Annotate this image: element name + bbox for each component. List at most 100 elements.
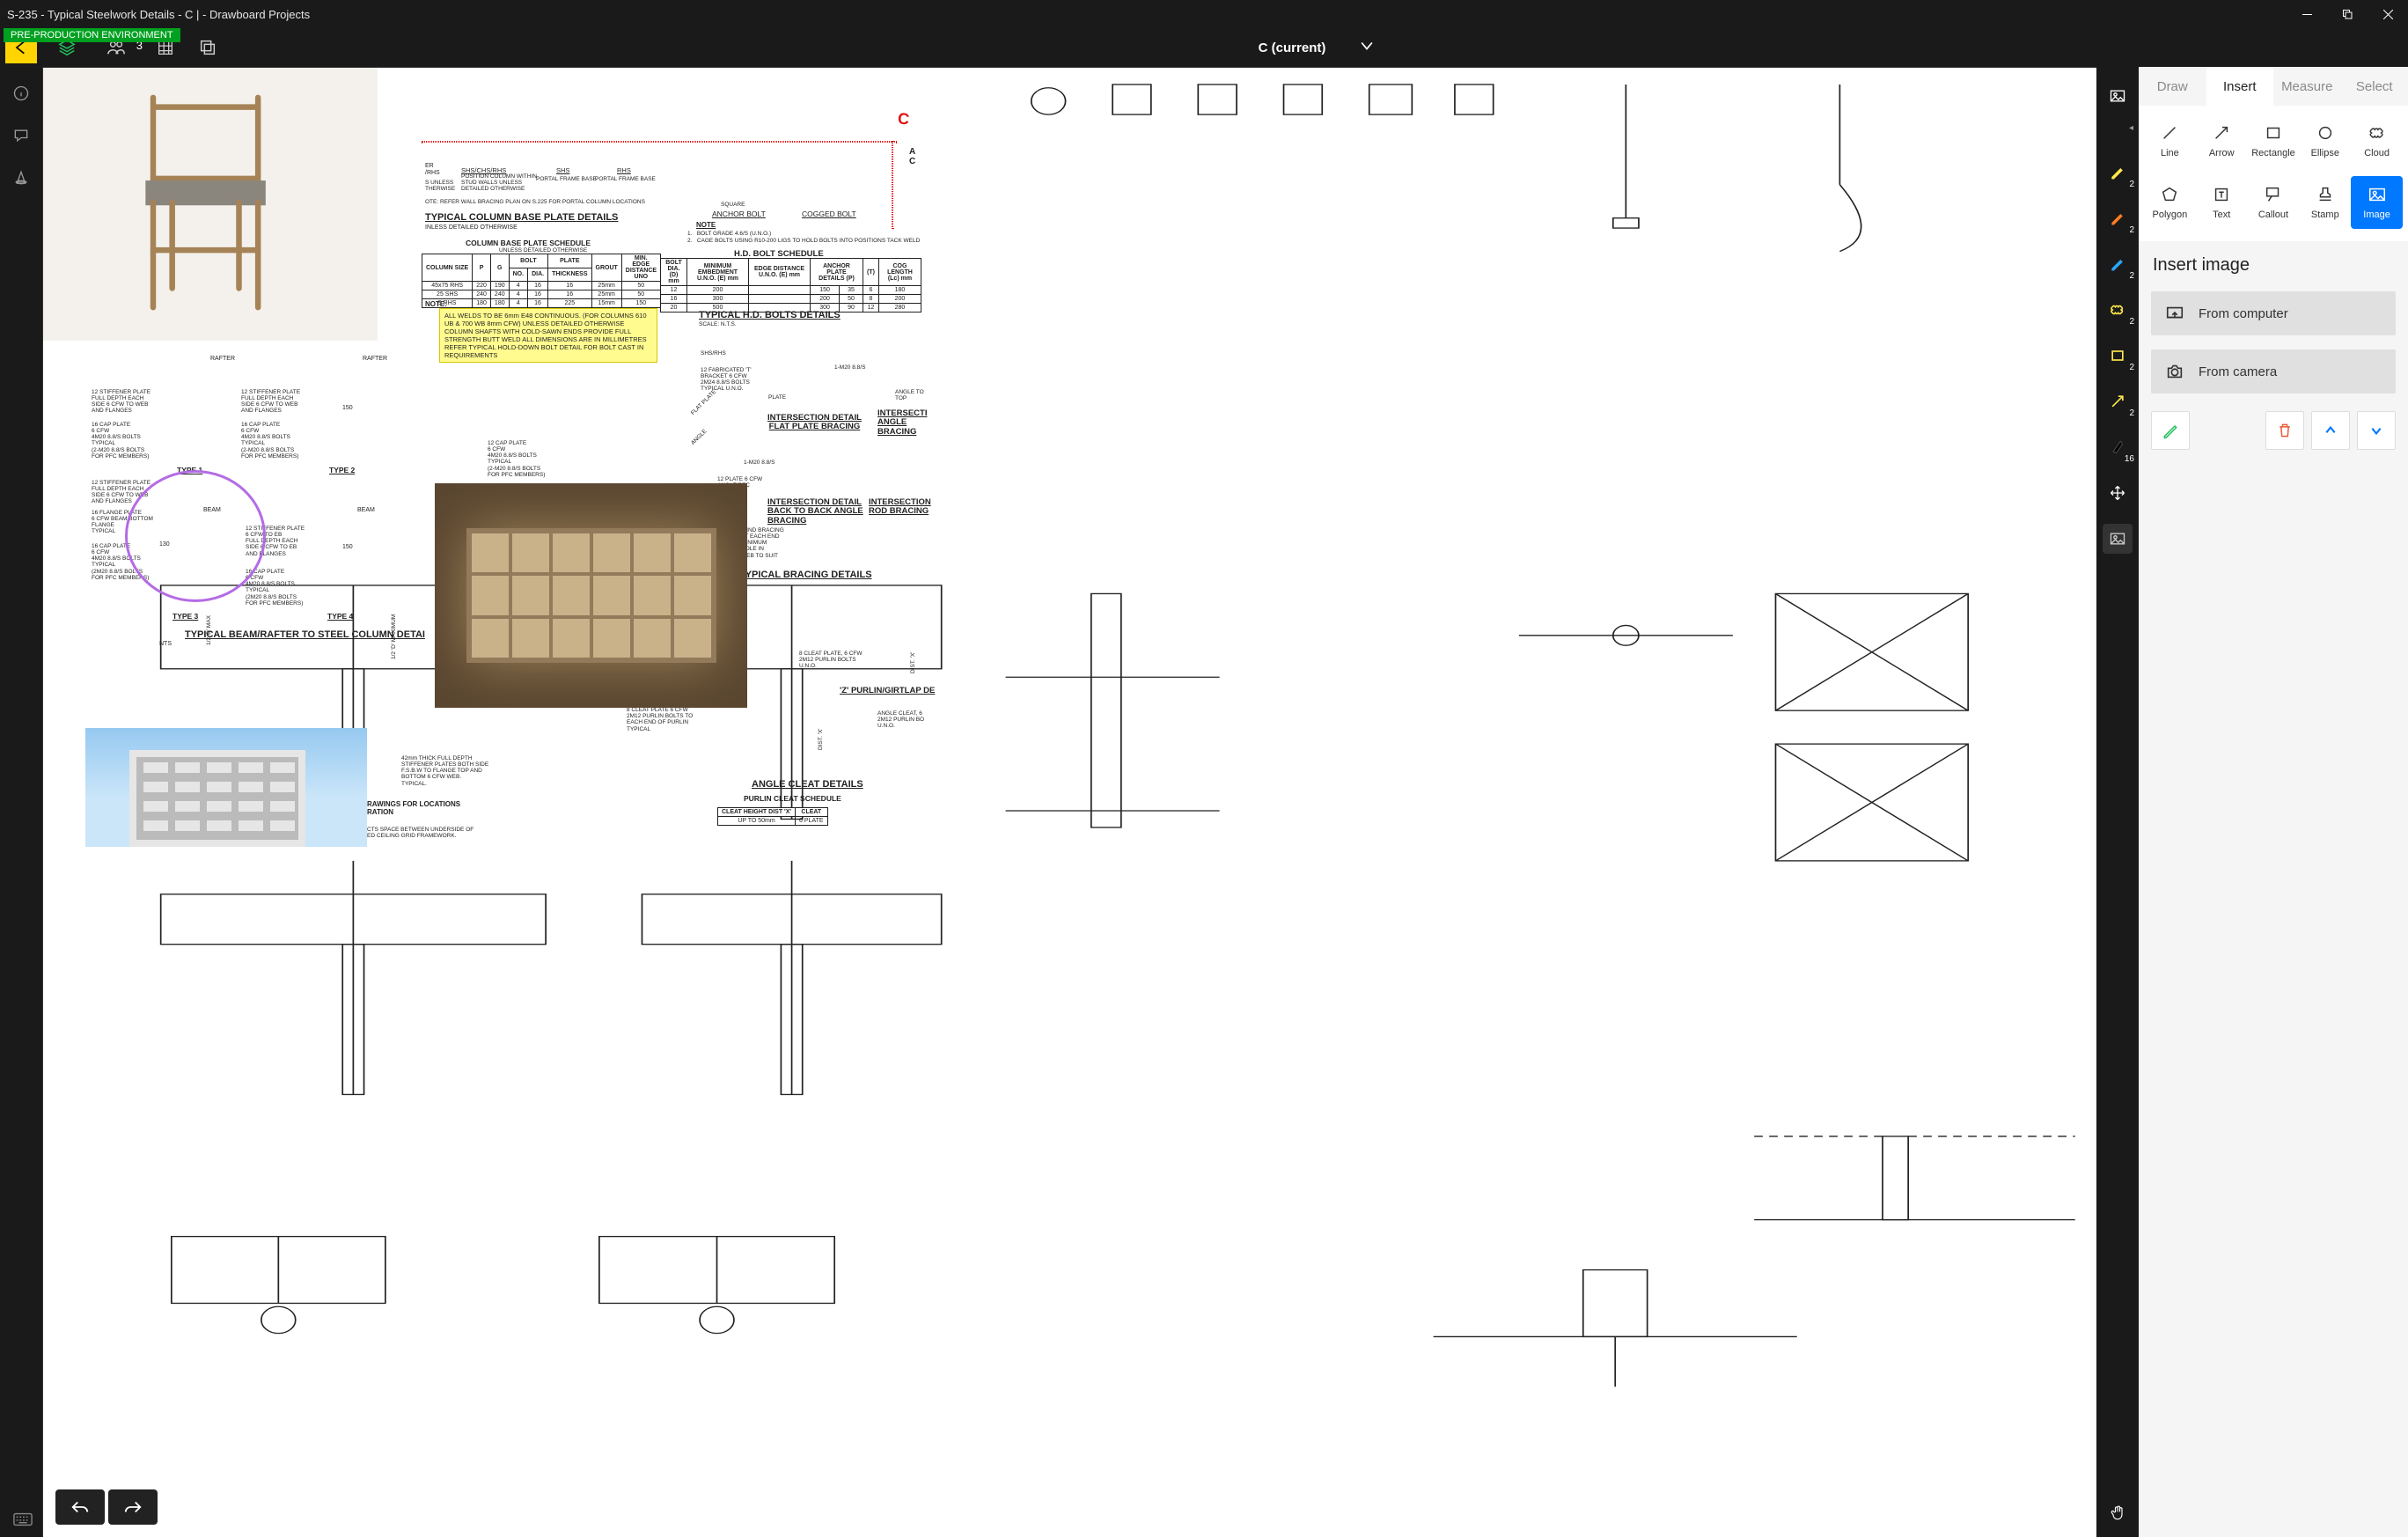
pen-color-button[interactable] — [2151, 411, 2190, 450]
keyboard-icon[interactable] — [9, 1507, 37, 1532]
boltnote2: 2. CAGE BOLTS USING R10-200 LIGS TO HOLD… — [687, 238, 920, 244]
anchor: ANCHOR BOLT — [712, 210, 766, 218]
thick42: 42mm THICK FULL DEPTH STIFFENER PLATES B… — [401, 755, 488, 787]
inless: INLESS DETAILED OTHERWISE — [425, 224, 518, 232]
image-tool-active[interactable] — [2103, 524, 2133, 554]
cone-icon[interactable] — [9, 165, 33, 190]
window-controls — [2287, 0, 2408, 28]
cap16b: 16 CAP PLATE 6 CFW 4M20 8.8/S BOLTS TYPI… — [241, 422, 298, 460]
tool-callout[interactable]: Callout — [2248, 176, 2300, 229]
undo-redo-toolbar — [55, 1489, 158, 1525]
revision-dropdown[interactable]: C (current) — [1259, 40, 1374, 55]
right-panel: Draw Insert Measure Select Line Arrow Re… — [2139, 67, 2408, 1537]
prev-button[interactable] — [2311, 411, 2350, 450]
beam-rafter: TYPICAL BEAM/RAFTER TO STEEL COLUMN DETA… — [185, 629, 425, 640]
cogged: COGGED BOLT — [802, 210, 856, 218]
distx1: DIST. 'X' — [818, 728, 824, 750]
angle-cleat: ANGLE CLEAT DETAILS — [752, 779, 863, 790]
type4: TYPE 4 — [327, 613, 353, 621]
intersect-back: INTERSECTION DETAIL BACK TO BACK ANGLE B… — [767, 498, 863, 526]
cloud-tool-yellow[interactable]: 2 — [2103, 295, 2133, 325]
undo-button[interactable] — [55, 1489, 105, 1525]
square: SQUARE — [721, 202, 745, 208]
panel-tabs: Draw Insert Measure Select — [2139, 67, 2408, 106]
chevron-down-icon — [1361, 40, 1373, 55]
highlighter-orange[interactable]: 2 — [2103, 203, 2133, 233]
er-rhs: ER /RHS — [425, 163, 440, 176]
m20b: 1-M20 8.8/S — [744, 460, 775, 466]
base-plate-table: COLUMN SIZE P G BOLT PLATE GROUT MIN. ED… — [422, 254, 661, 308]
tab-select[interactable]: Select — [2341, 67, 2408, 106]
tool-cloud[interactable]: Cloud — [2351, 114, 2403, 167]
windnote: WIND BRACING ET EACH END MINIMUM HOLE IN… — [741, 527, 784, 559]
tool-stamp[interactable]: Stamp — [2299, 176, 2351, 229]
next-button[interactable] — [2357, 411, 2396, 450]
angle-to: ANGLE TO TOP — [895, 389, 924, 401]
tool-polygon[interactable]: Polygon — [2144, 176, 2196, 229]
delete-button[interactable] — [2265, 411, 2304, 450]
tool-rectangle[interactable]: Rectangle — [2248, 114, 2300, 167]
scale-nts: SCALE: N.T.S. — [699, 321, 737, 327]
distx2: DIST. 'X' — [910, 651, 916, 673]
maximize-button[interactable] — [2327, 0, 2368, 28]
copy-icon[interactable] — [192, 32, 224, 63]
s-unless: S UNLESS THERWISE — [425, 180, 455, 192]
titlebar: S-235 - Typical Steelwork Details - C | … — [0, 0, 2408, 28]
minimize-button[interactable] — [2287, 0, 2327, 28]
image-tool-icon[interactable] — [2103, 81, 2133, 111]
rawings: RAWINGS FOR LOCATIONS RATION — [367, 801, 460, 817]
header-col-base: TYPICAL COLUMN BASE PLATE DETAILS — [425, 212, 618, 223]
insert-tool-grid: Line Arrow Rectangle Ellipse Cloud Polyg… — [2139, 106, 2408, 241]
red-annotation: C — [897, 109, 910, 129]
boltnote1: 1. BOLT GRADE 4.6/S (U.N.O.) — [687, 231, 771, 237]
type3: TYPE 3 — [173, 613, 198, 621]
top-toolbar: 3 C (current) — [0, 28, 2408, 67]
tab-draw[interactable]: Draw — [2139, 67, 2206, 106]
tool-ellipse[interactable]: Ellipse — [2299, 114, 2351, 167]
close-button[interactable] — [2368, 0, 2408, 28]
comment-icon[interactable] — [9, 123, 33, 148]
type2: TYPE 2 — [329, 467, 355, 474]
tab-measure[interactable]: Measure — [2273, 67, 2341, 106]
beam2: BEAM — [357, 507, 375, 514]
note-hdr: NOTE — [696, 222, 716, 230]
redo-button[interactable] — [108, 1489, 158, 1525]
ink-tool[interactable]: 16 — [2103, 432, 2133, 462]
from-camera-button[interactable]: From camera — [2151, 349, 2396, 393]
purple-circle-markup[interactable] — [125, 470, 266, 602]
right-tool-rail: ◂ 2 2 2 2 2 2 16 — [2096, 67, 2139, 1537]
d150a: 150 — [342, 405, 353, 412]
typ-bracing: TYPICAL BRACING DETAILS — [739, 570, 872, 580]
cap16a: 16 CAP PLATE 6 CFW 4M20 8.8/S BOLTS TYPI… — [92, 422, 149, 460]
revision-label: C (current) — [1259, 40, 1326, 55]
plate-sched-hdr: COLUMN BASE PLATE SCHEDULE — [466, 239, 591, 247]
drawing-canvas[interactable]: TYPICAL COLUMN BASE PLATE DETAILS INLESS… — [42, 67, 2096, 1537]
tool-image[interactable]: Image — [2351, 176, 2403, 229]
expand-icon[interactable]: ◂ — [2129, 123, 2139, 133]
cap16d: 16 CAP PLATE 6 CFW 4M20 8.8/S BOLTS TYPI… — [246, 569, 303, 607]
tool-line[interactable]: Line — [2144, 114, 2196, 167]
touch-hand-icon[interactable] — [2103, 1498, 2133, 1528]
inserted-image-room[interactable] — [435, 483, 747, 708]
pfb2: PORTAL FRAME BASE — [595, 176, 656, 182]
rectangle-tool-yellow[interactable]: 2 — [2103, 341, 2133, 371]
info-icon[interactable] — [9, 81, 33, 106]
tool-text[interactable]: Text — [2196, 176, 2248, 229]
inserted-image-chair[interactable] — [43, 68, 378, 341]
env-banner: PRE-PRODUCTION ENVIRONMENT — [4, 28, 180, 42]
highlighter-blue[interactable]: 2 — [2103, 249, 2133, 279]
move-tool[interactable] — [2103, 478, 2133, 508]
plate-w: PLATE — [768, 394, 786, 401]
hd-table: BOLT DIA. (D) mm MINIMUM EMBEDMENT U.N.O… — [660, 258, 921, 313]
tab-insert[interactable]: Insert — [2206, 67, 2274, 106]
highlighter-yellow[interactable]: 2 — [2103, 158, 2133, 188]
stiff12b: 12 STIFFENER PLATE FULL DEPTH EACH SIDE … — [241, 389, 300, 415]
tool-arrow[interactable]: Arrow — [2196, 114, 2248, 167]
arrow-tool-yellow[interactable]: 2 — [2103, 386, 2133, 416]
panel-footer — [2139, 411, 2408, 450]
intersect-rod: INTERSECTION ROD BRACING — [869, 498, 931, 517]
cleat8: 8 CLEAT PLATE, 6 CFW 2M12 PURLIN BOLTS U… — [799, 651, 863, 669]
shs-c: SHS — [556, 167, 569, 174]
from-computer-button[interactable]: From computer — [2151, 291, 2396, 335]
inserted-image-building[interactable] — [85, 728, 367, 847]
